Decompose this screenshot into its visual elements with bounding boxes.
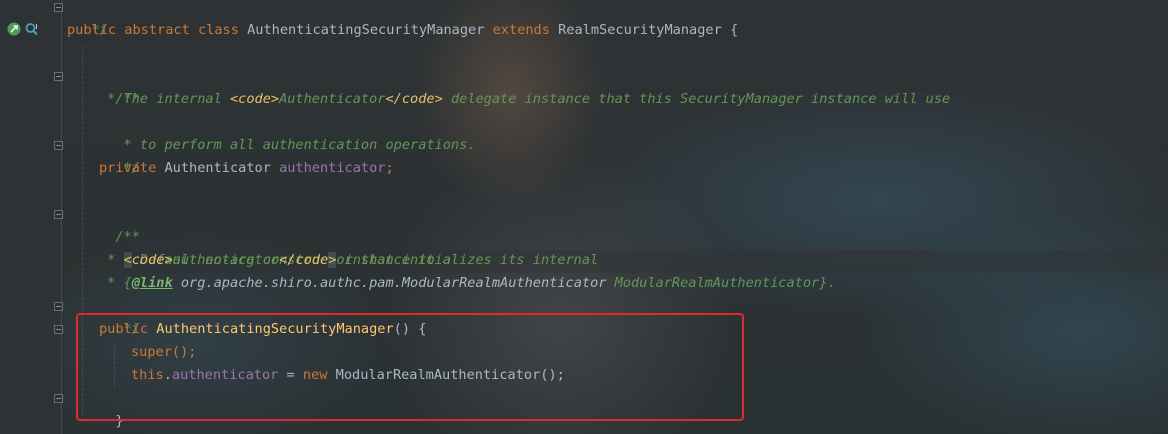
fold-marker[interactable] <box>54 72 63 81</box>
doc-tag: </code> <box>385 91 443 107</box>
code-line[interactable]: * Default no-arg constructor that initia… <box>99 226 599 268</box>
keyword: private <box>99 160 157 176</box>
fold-marker[interactable] <box>54 394 63 403</box>
doc-comment: delegate instance that this SecurityMana… <box>442 91 951 107</box>
fold-marker[interactable] <box>54 325 63 334</box>
doc-comment <box>173 275 181 291</box>
fold-marker[interactable] <box>54 302 63 311</box>
doc-comment: * { <box>99 275 132 291</box>
javadoc-link-tag[interactable]: @link <box>132 275 173 291</box>
javadoc-link-reference[interactable]: org.apache.shiro.authc.pam.ModularRealmA… <box>181 275 607 291</box>
code-line[interactable]: * <code>authenticator</code> instance to… <box>99 249 451 272</box>
doc-comment: ModularRealmAuthenticator}. <box>606 275 836 291</box>
doc-comment: * The internal <box>99 91 230 107</box>
code-line-field-declaration[interactable]: private Authenticator authenticator; <box>99 157 394 180</box>
keyword: extends <box>492 22 550 38</box>
doc-tag: </code <box>279 252 329 268</box>
fold-marker[interactable] <box>54 210 63 219</box>
doc-tag: <code> <box>229 91 280 107</box>
doc-comment: Authenticator <box>279 91 386 107</box>
semicolon: ; <box>385 160 394 176</box>
code-line[interactable]: /** <box>99 203 140 245</box>
parent-class-name: RealmSecurityManager <box>558 22 722 38</box>
doc-comment: * to perform all authentication operatio… <box>115 137 476 153</box>
keyword: public <box>67 22 117 38</box>
override-implement-icon[interactable] <box>7 22 21 36</box>
code-line[interactable]: /** <box>99 65 140 107</box>
code-line[interactable]: */ <box>67 0 108 38</box>
doc-comment: * <box>99 252 124 268</box>
fold-marker[interactable] <box>54 141 63 150</box>
keyword: class <box>197 22 239 38</box>
code-line-class-declaration[interactable]: public abstract class AuthenticatingSecu… <box>67 19 738 42</box>
brace: { <box>721 22 739 38</box>
code-line[interactable]: */ <box>99 134 140 176</box>
doc-comment: authenticator <box>172 252 280 268</box>
doc-tag: code> <box>131 252 173 268</box>
search-usages-icon[interactable] <box>25 22 39 36</box>
editor-gutter <box>0 0 62 434</box>
code-line[interactable]: * {@link org.apache.shiro.authc.pam.Modu… <box>99 272 836 295</box>
doc-tag-brace-match: < <box>123 252 132 268</box>
code-line[interactable]: * The internal <code>Authenticator</code… <box>99 88 950 111</box>
code-line[interactable]: * to perform all authentication operatio… <box>99 111 476 153</box>
fold-marker[interactable] <box>54 3 63 12</box>
class-name: AuthenticatingSecurityManager <box>247 22 485 38</box>
type-name: Authenticator <box>156 160 280 176</box>
doc-comment: instance to a <box>336 252 451 268</box>
keyword: abstract <box>124 22 190 38</box>
annotation-highlight-box <box>76 313 744 421</box>
field-name: authenticator <box>279 160 386 176</box>
